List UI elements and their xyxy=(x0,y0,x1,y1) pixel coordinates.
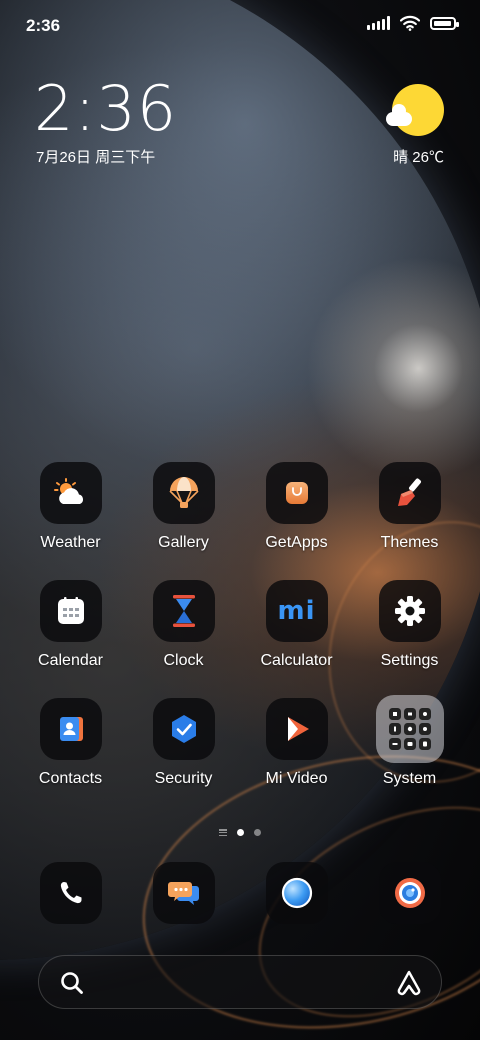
themes-icon[interactable] xyxy=(378,462,441,524)
gallery-icon[interactable] xyxy=(152,462,215,524)
system-folder-icon[interactable] xyxy=(375,695,444,763)
app-themes[interactable]: Themes xyxy=(353,462,466,552)
contacts-icon[interactable] xyxy=(39,698,102,760)
dock-phone[interactable] xyxy=(14,862,127,924)
app-row: Calendar Clock mi Calculator Settings xyxy=(14,580,466,670)
clock-widget-date: 7月26日 周三下午 xyxy=(36,149,156,166)
app-mi-video[interactable]: Mi Video xyxy=(240,698,353,788)
page-indicator-menu-icon xyxy=(219,829,227,836)
battery-level xyxy=(434,20,451,26)
app-label: GetApps xyxy=(265,534,328,551)
assistant-icon[interactable] xyxy=(395,969,423,997)
app-label: Weather xyxy=(40,534,101,551)
app-clock[interactable]: Clock xyxy=(127,580,240,670)
app-grid: Weather Gallery GetApps Themes Calendar … xyxy=(14,462,466,816)
app-label: Settings xyxy=(380,652,439,669)
app-settings[interactable]: Settings xyxy=(353,580,466,670)
dock-camera[interactable] xyxy=(353,862,466,924)
status-bar: 2:36 xyxy=(0,0,480,50)
phone-icon[interactable] xyxy=(39,862,102,924)
dock xyxy=(14,862,466,924)
app-contacts[interactable]: Contacts xyxy=(14,698,127,788)
browser-icon[interactable] xyxy=(265,862,328,924)
app-weather[interactable]: Weather xyxy=(14,462,127,552)
status-icons xyxy=(367,15,459,31)
app-label: Mi Video xyxy=(265,770,328,787)
app-system[interactable]: System xyxy=(353,695,466,788)
app-label: Calendar xyxy=(38,652,103,669)
search-bar[interactable] xyxy=(38,955,442,1009)
app-security[interactable]: Security xyxy=(127,698,240,788)
app-label: Security xyxy=(154,770,213,787)
weather-widget-text: 晴 26℃ xyxy=(393,149,444,166)
mi-video-icon[interactable] xyxy=(265,698,328,760)
messages-icon[interactable] xyxy=(152,862,215,924)
app-label: Contacts xyxy=(38,770,103,787)
app-gallery[interactable]: Gallery xyxy=(127,462,240,552)
app-label: Themes xyxy=(380,534,439,551)
clock-icon[interactable] xyxy=(152,580,215,642)
signal-icon xyxy=(367,16,390,30)
app-calendar[interactable]: Calendar xyxy=(14,580,127,670)
battery-icon xyxy=(430,16,459,30)
camera-icon[interactable] xyxy=(378,862,441,924)
app-row: Contacts Security Mi Video System xyxy=(14,695,466,788)
app-row: Weather Gallery GetApps Themes xyxy=(14,462,466,552)
getapps-icon[interactable] xyxy=(265,462,328,524)
app-label: Gallery xyxy=(158,534,209,551)
app-calculator[interactable]: mi Calculator xyxy=(240,580,353,670)
security-icon[interactable] xyxy=(152,698,215,760)
app-label: Calculator xyxy=(260,652,333,669)
dock-messages[interactable] xyxy=(127,862,240,924)
page-indicator[interactable] xyxy=(0,829,480,836)
status-time: 2:36 xyxy=(26,16,61,35)
calculator-glyph: mi xyxy=(277,596,316,626)
cloud-shape xyxy=(386,104,412,126)
calendar-icon[interactable] xyxy=(39,580,102,642)
dock-browser[interactable] xyxy=(240,862,353,924)
app-label: System xyxy=(382,770,437,787)
app-label: Clock xyxy=(163,652,204,669)
app-getapps[interactable]: GetApps xyxy=(240,462,353,552)
calculator-icon[interactable]: mi xyxy=(265,580,328,642)
page-dot-active xyxy=(237,829,244,836)
clock-widget-time[interactable]: 2:36 xyxy=(34,74,177,144)
search-icon[interactable] xyxy=(59,970,85,996)
page-dot xyxy=(254,829,261,836)
wifi-icon xyxy=(400,15,420,31)
settings-icon[interactable] xyxy=(378,580,441,642)
weather-icon[interactable] xyxy=(39,462,102,524)
